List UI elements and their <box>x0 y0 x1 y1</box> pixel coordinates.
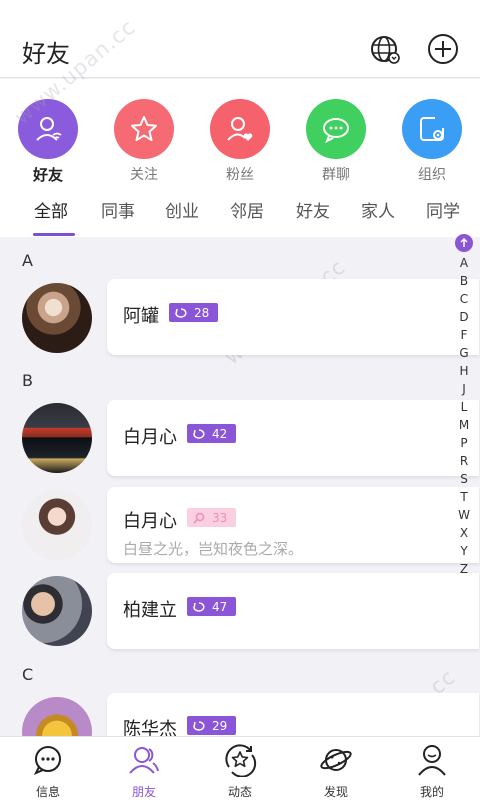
user-icon <box>418 745 446 776</box>
index-letter[interactable]: M <box>452 416 476 434</box>
contact-card[interactable]: 白月心 33 白昼之光，岂知夜色之深。 <box>107 487 479 563</box>
contact-name: 白月心 <box>123 427 177 448</box>
contact-card[interactable]: 白月心 42 <box>107 400 479 476</box>
alphabet-index[interactable]: A B C D F G H J L M P R S T W X Y Z <box>452 234 476 578</box>
group-tabs: 全部 同事 创业 邻居 好友 家人 同学 <box>0 189 480 237</box>
friends-icon <box>129 747 159 774</box>
star-refresh-icon <box>225 744 257 778</box>
level-badge: 29 <box>187 716 237 735</box>
contact-avatar[interactable] <box>22 403 92 473</box>
index-letter[interactable]: D <box>452 308 476 326</box>
contact-signature: 白昼之光，岂知夜色之深。 <box>123 540 304 558</box>
level-value: 42 <box>212 426 228 441</box>
index-letter[interactable]: J <box>452 380 476 398</box>
contact-avatar[interactable] <box>22 283 92 353</box>
contact-card[interactable]: 阿罐 28 <box>107 279 479 355</box>
index-letter[interactable]: A <box>452 254 476 272</box>
index-letter[interactable]: W <box>452 506 476 524</box>
section-header-b: B <box>22 371 33 390</box>
category-groups[interactable]: 群聊 <box>296 99 376 184</box>
org-settings-icon <box>402 99 462 159</box>
level-value: 28 <box>194 305 210 320</box>
tab-all[interactable]: 全部 <box>34 197 68 222</box>
level-value: 47 <box>212 599 228 614</box>
tab-family[interactable]: 家人 <box>361 197 395 222</box>
category-label: 群聊 <box>322 167 350 183</box>
category-label: 关注 <box>130 167 158 183</box>
category-label: 好友 <box>32 166 63 184</box>
category-label: 粉丝 <box>226 167 254 183</box>
bottom-nav: 信息 朋友 动态 发现 我的 <box>0 736 480 800</box>
nav-label: 信息 <box>35 785 60 799</box>
tab-startup[interactable]: 创业 <box>165 197 199 222</box>
tab-classmates[interactable]: 同学 <box>426 197 460 222</box>
nav-label: 朋友 <box>131 785 156 799</box>
contact-name: 柏建立 <box>123 600 177 621</box>
planet-icon <box>320 749 352 771</box>
category-fans[interactable]: 粉丝 <box>200 99 280 184</box>
nav-label: 动态 <box>227 785 252 799</box>
section-header-c: C <box>22 665 34 684</box>
contact-name: 白月心 <box>123 511 177 532</box>
tab-colleagues[interactable]: 同事 <box>101 197 135 222</box>
category-row: 好友 关注 粉丝 群聊 组织 <box>0 79 480 189</box>
index-letter[interactable]: F <box>452 326 476 344</box>
level-badge: 42 <box>187 424 237 443</box>
section-header-a: A <box>22 251 33 270</box>
category-label: 组织 <box>418 167 446 183</box>
index-letter[interactable]: S <box>452 470 476 488</box>
star-icon <box>114 99 174 159</box>
plus-circle-icon[interactable] <box>427 33 459 65</box>
nav-me[interactable]: 我的 <box>400 743 464 800</box>
contact-card[interactable]: 柏建立 47 <box>107 573 479 649</box>
tab-neighbors[interactable]: 邻居 <box>230 197 264 222</box>
index-letter[interactable]: Y <box>452 542 476 560</box>
page-title: 好友 <box>22 40 70 68</box>
index-letter[interactable]: T <box>452 488 476 506</box>
nav-label: 我的 <box>419 785 444 799</box>
nav-discover[interactable]: 发现 <box>304 743 368 800</box>
nav-messages[interactable]: 信息 <box>16 743 80 800</box>
index-letter[interactable]: R <box>452 452 476 470</box>
active-tab-indicator <box>33 233 75 236</box>
index-letter[interactable]: H <box>452 362 476 380</box>
contact-avatar[interactable] <box>22 490 92 560</box>
index-letter[interactable]: G <box>452 344 476 362</box>
index-letter[interactable]: P <box>452 434 476 452</box>
level-value: 29 <box>212 718 228 733</box>
globe-refresh-icon[interactable] <box>368 33 400 65</box>
tab-friends[interactable]: 好友 <box>296 197 330 222</box>
index-letter[interactable]: C <box>452 290 476 308</box>
level-badge: 33 <box>187 508 237 527</box>
user-heart-icon <box>210 99 270 159</box>
category-following[interactable]: 关注 <box>104 99 184 184</box>
nav-moments[interactable]: 动态 <box>208 743 272 800</box>
nav-friends[interactable]: 朋友 <box>112 743 176 800</box>
category-organization[interactable]: 组织 <box>392 99 472 184</box>
level-value: 33 <box>212 510 228 525</box>
level-badge: 28 <box>169 303 219 322</box>
contact-card[interactable]: 陈华杰 29 <box>107 693 479 740</box>
index-letter[interactable]: Z <box>452 560 476 578</box>
arrow-up-icon[interactable] <box>455 234 473 252</box>
index-letter[interactable]: X <box>452 524 476 542</box>
nav-label: 发现 <box>323 785 348 799</box>
index-letter[interactable]: B <box>452 272 476 290</box>
contact-avatar[interactable] <box>22 576 92 646</box>
chat-icon <box>306 99 366 159</box>
level-badge: 47 <box>187 597 237 616</box>
index-letter[interactable]: L <box>452 398 476 416</box>
message-bubble-icon <box>33 746 61 775</box>
contact-name: 阿罐 <box>123 306 159 327</box>
